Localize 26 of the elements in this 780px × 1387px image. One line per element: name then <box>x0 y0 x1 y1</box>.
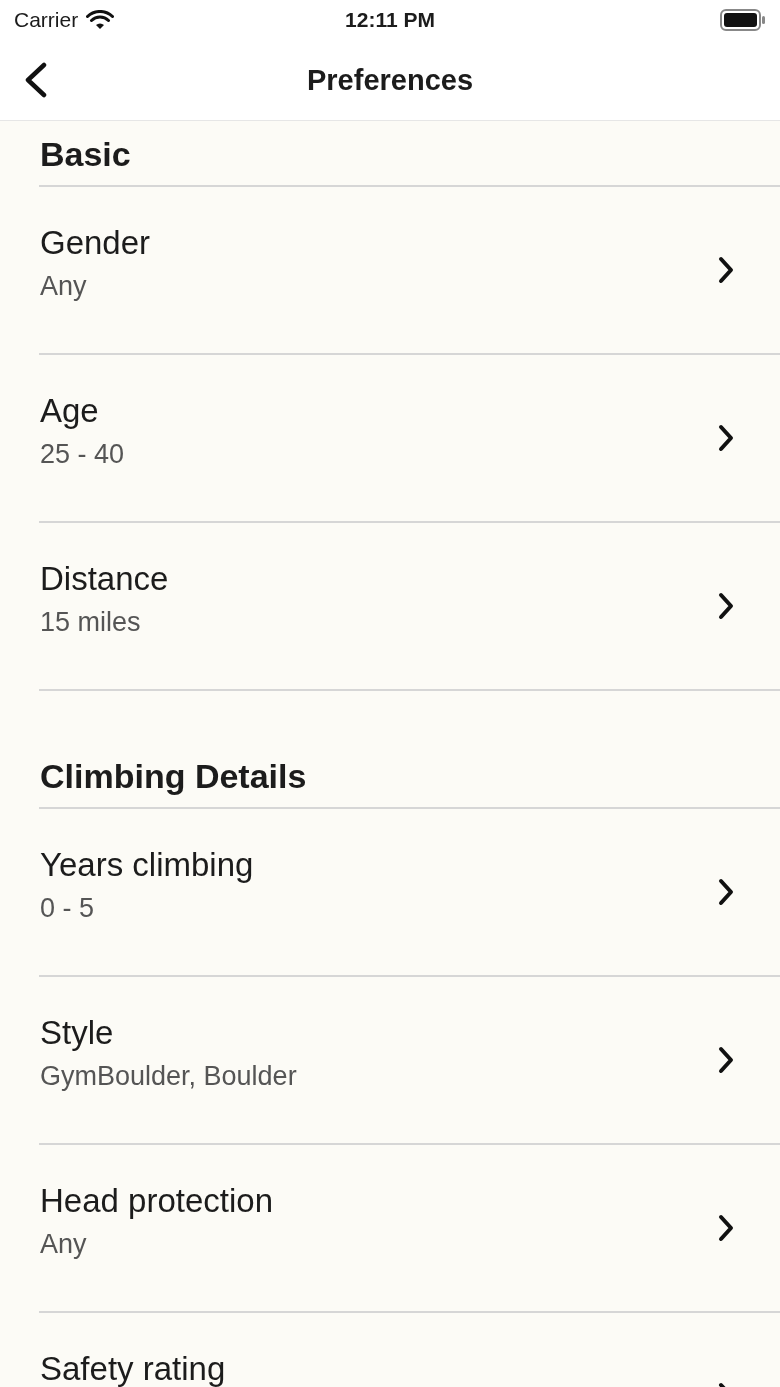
chevron-right-icon <box>718 878 734 906</box>
row-value: Any <box>40 270 88 303</box>
row-value: 15 miles <box>40 606 142 639</box>
carrier-label: Carrier <box>14 8 79 32</box>
row-value: GymBoulder, Boulder <box>40 1060 297 1093</box>
section-header: Climbing Details <box>39 756 308 797</box>
status-time: 12:11 PM <box>345 8 435 32</box>
chevron-right-icon <box>718 1214 734 1242</box>
wifi-icon <box>86 10 115 30</box>
row-value: 25 - 40 <box>40 438 125 471</box>
row-title[interactable]: Age <box>40 391 125 431</box>
row-title[interactable]: Style <box>40 1013 297 1053</box>
chevron-right-icon <box>718 256 734 284</box>
row-title[interactable]: Distance <box>40 559 169 599</box>
chevron-right-icon <box>718 424 734 452</box>
row-title[interactable]: Years climbing <box>40 845 254 885</box>
row-value: Any <box>40 1228 88 1261</box>
row-title[interactable]: Safety rating <box>40 1349 226 1387</box>
battery-icon <box>720 9 766 31</box>
row-title[interactable]: Head protection <box>40 1181 273 1221</box>
row-value: 0 - 5 <box>40 892 96 925</box>
row-title[interactable]: Gender <box>40 223 151 263</box>
screen-title: Preferences <box>306 63 474 97</box>
chevron-right-icon <box>718 592 734 620</box>
chevron-right-icon <box>718 1046 734 1074</box>
section-header: Basic <box>39 134 132 175</box>
